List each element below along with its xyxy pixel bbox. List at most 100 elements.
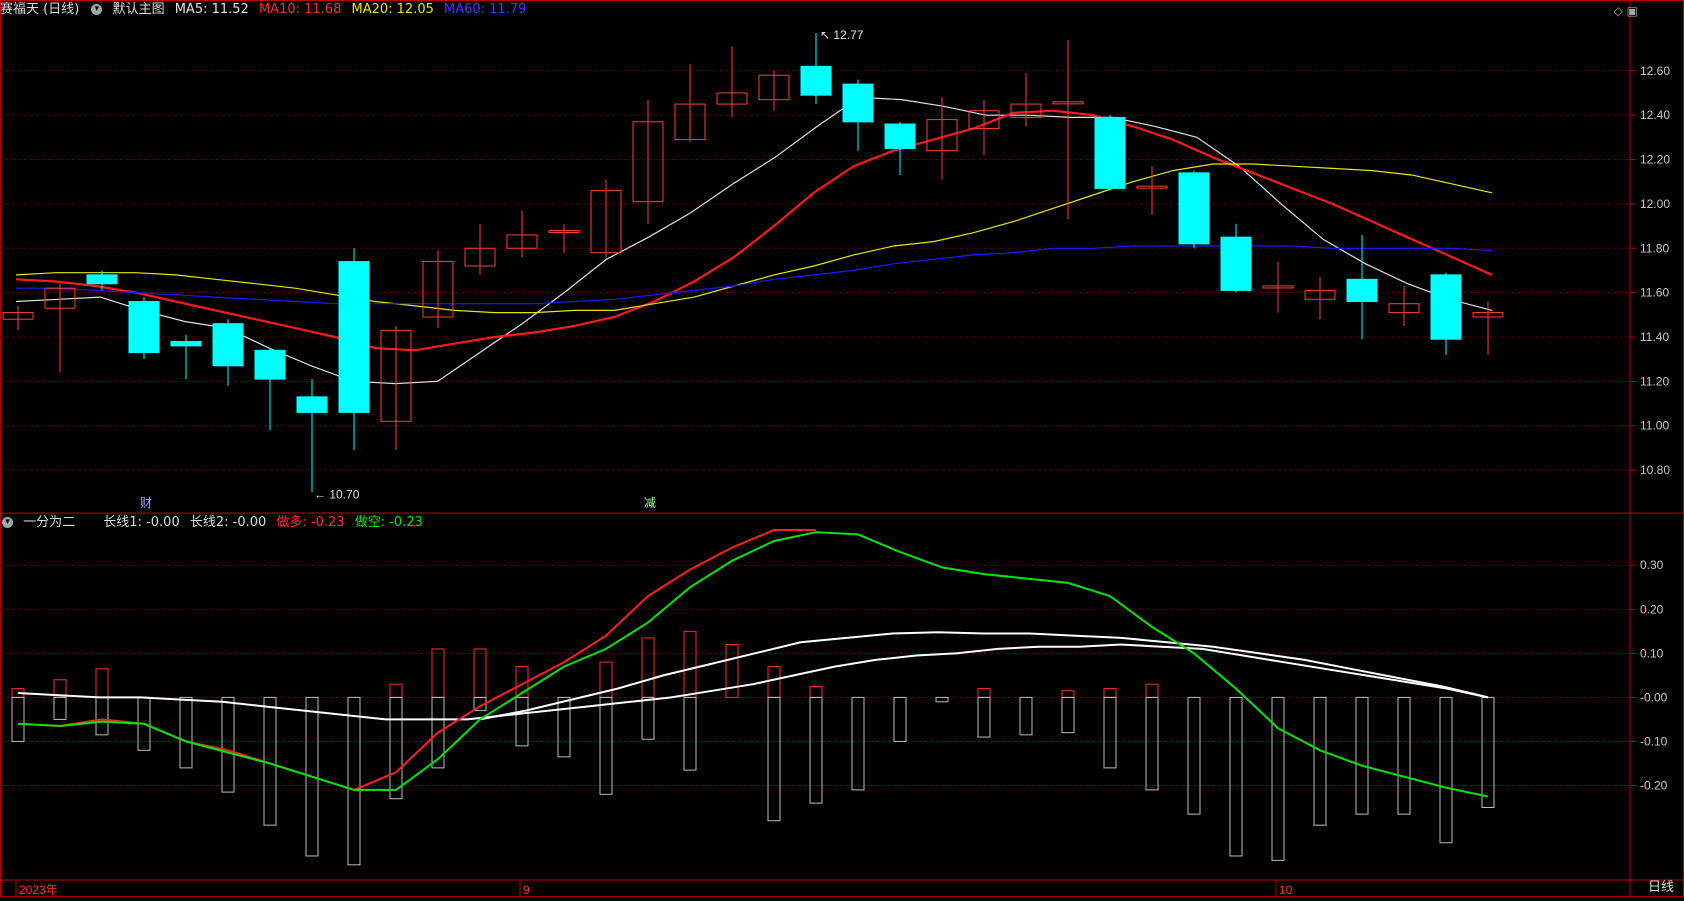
main-chart-header: 赛福天 (日线) ▾ 默认主图 MA5: 11.52 MA10: 11.68 M… — [0, 0, 532, 20]
long-readout: 做多: -0.23 — [276, 515, 345, 530]
sub-chart-header: ▾ 一分为二 长线1: -0.00 长线2: -0.00 做多: -0.23 做… — [0, 513, 429, 533]
low-marker: ← 10.70 — [314, 487, 360, 501]
time-axis-label: 10 — [1279, 883, 1293, 897]
negative-bar — [179, 696, 193, 769]
negative-bar — [1019, 696, 1033, 736]
chart-stage[interactable]: 10.80 11.00 11.20 11.40 11.60 11.80 12.00 12.20… — [0, 0, 1684, 897]
main-tick-label: 12.60 — [1640, 64, 1670, 78]
positive-bar — [725, 644, 739, 698]
positive-bar — [1145, 683, 1159, 698]
main-tick-label: 11.40 — [1640, 330, 1669, 344]
candle-down — [212, 323, 244, 367]
main-tick-label: 11.80 — [1640, 241, 1669, 255]
negative-bar — [1313, 696, 1327, 826]
main-tick-label: 11.60 — [1640, 286, 1669, 300]
period-tab[interactable]: 日线 — [1648, 876, 1674, 895]
negative-bar — [1439, 696, 1453, 844]
ma-line-ma10 — [15, 109, 1493, 352]
candle-down — [254, 349, 286, 380]
sub-tick-label: 0.30 — [1640, 558, 1664, 572]
negative-bar — [53, 696, 67, 720]
window-controls[interactable]: ◇ ▣ — [1614, 4, 1638, 18]
candle-down — [800, 65, 832, 96]
candle-down — [884, 123, 916, 149]
negative-bar — [599, 696, 613, 795]
dropdown-icon[interactable]: ▾ — [2, 517, 13, 528]
main-tick-label: 11.00 — [1640, 419, 1669, 433]
main-tick-label: 11.20 — [1640, 374, 1669, 388]
ma10-readout: MA10: 11.68 — [258, 2, 342, 17]
main-tick-label: 12.40 — [1640, 108, 1670, 122]
negative-bar — [767, 696, 781, 822]
candle-down — [1430, 274, 1462, 340]
candle-down — [128, 300, 160, 354]
negative-bar — [1229, 696, 1243, 857]
short-line — [17, 531, 1489, 798]
main-tick-label: 10.80 — [1640, 463, 1670, 477]
negative-bar — [557, 696, 571, 758]
ma60-readout: MA60: 11.79 — [444, 2, 527, 17]
negative-bar — [95, 696, 109, 736]
sub-tick-label: 0.20 — [1640, 602, 1664, 616]
positive-bar — [641, 637, 655, 698]
short-readout: 做空: -0.23 — [354, 515, 423, 530]
negative-bar — [1061, 696, 1075, 734]
candle-down — [296, 396, 328, 413]
sub-tick-label: -0.10 — [1640, 734, 1668, 748]
negative-bar — [1481, 696, 1495, 809]
time-axis-label: 9 — [523, 883, 530, 897]
ma-line-ma60 — [16, 245, 1493, 305]
positive-bar — [767, 666, 781, 698]
longline1 — [17, 643, 1489, 721]
negative-bar — [347, 696, 361, 866]
candle-down — [1094, 116, 1126, 189]
negative-bar — [977, 696, 991, 738]
sub-tick-label: -0.00 — [1640, 690, 1668, 704]
time-axis-label: 2023年 — [19, 883, 58, 897]
negative-bar — [809, 696, 823, 804]
main-tick-label: 12.00 — [1640, 197, 1670, 211]
longline2-readout: 长线2: -0.00 — [189, 515, 267, 530]
positive-bar — [473, 648, 487, 698]
positive-bar — [1061, 690, 1075, 698]
candle-down — [1220, 236, 1252, 291]
chart-frame — [0, 0, 1684, 897]
negative-bar — [851, 696, 865, 791]
negative-bar — [683, 696, 697, 771]
negative-bar — [641, 696, 655, 740]
candle-down — [842, 83, 874, 123]
event-marker-reduce: 减 — [644, 496, 656, 510]
negative-bar — [1397, 696, 1411, 815]
longline1-readout: 长线1: -0.00 — [103, 515, 180, 530]
negative-bar — [1187, 696, 1201, 815]
high-marker: ↖ 12.77 — [820, 28, 864, 42]
negative-bar — [389, 696, 403, 800]
negative-bar — [221, 696, 235, 793]
candle-down — [338, 261, 370, 413]
candle-down — [1346, 278, 1378, 302]
negative-bar — [935, 696, 949, 703]
positive-bar — [389, 683, 403, 698]
main-tick-label: 12.20 — [1640, 153, 1670, 167]
sub-tick-label: 0.10 — [1640, 646, 1664, 660]
negative-bar — [11, 696, 25, 742]
positive-bar — [95, 668, 109, 698]
dropdown-icon[interactable]: ▾ — [91, 4, 103, 15]
event-marker-finance: 财 — [140, 496, 152, 510]
candle-down — [170, 340, 202, 347]
negative-bar — [1271, 696, 1285, 861]
indicator-name[interactable]: 一分为二 — [23, 515, 75, 530]
ma-line-ma20 — [15, 163, 1493, 314]
positive-bar — [977, 688, 991, 698]
ma20-readout: MA20: 12.05 — [351, 2, 434, 17]
stock-chart-svg[interactable]: 10.80 11.00 11.20 11.40 11.60 11.80 12.00 12.20… — [0, 0, 1684, 897]
positive-bar — [809, 685, 823, 698]
main-indicator-label[interactable]: 默认主图 — [113, 2, 165, 17]
negative-bar — [1145, 696, 1159, 791]
sub-tick-label: -0.20 — [1640, 778, 1668, 792]
negative-bar — [1103, 696, 1117, 769]
stock-name: 赛福天 (日线) — [0, 2, 80, 17]
negative-bar — [893, 696, 907, 742]
negative-bar — [1355, 696, 1369, 815]
candle-down — [1178, 172, 1210, 245]
